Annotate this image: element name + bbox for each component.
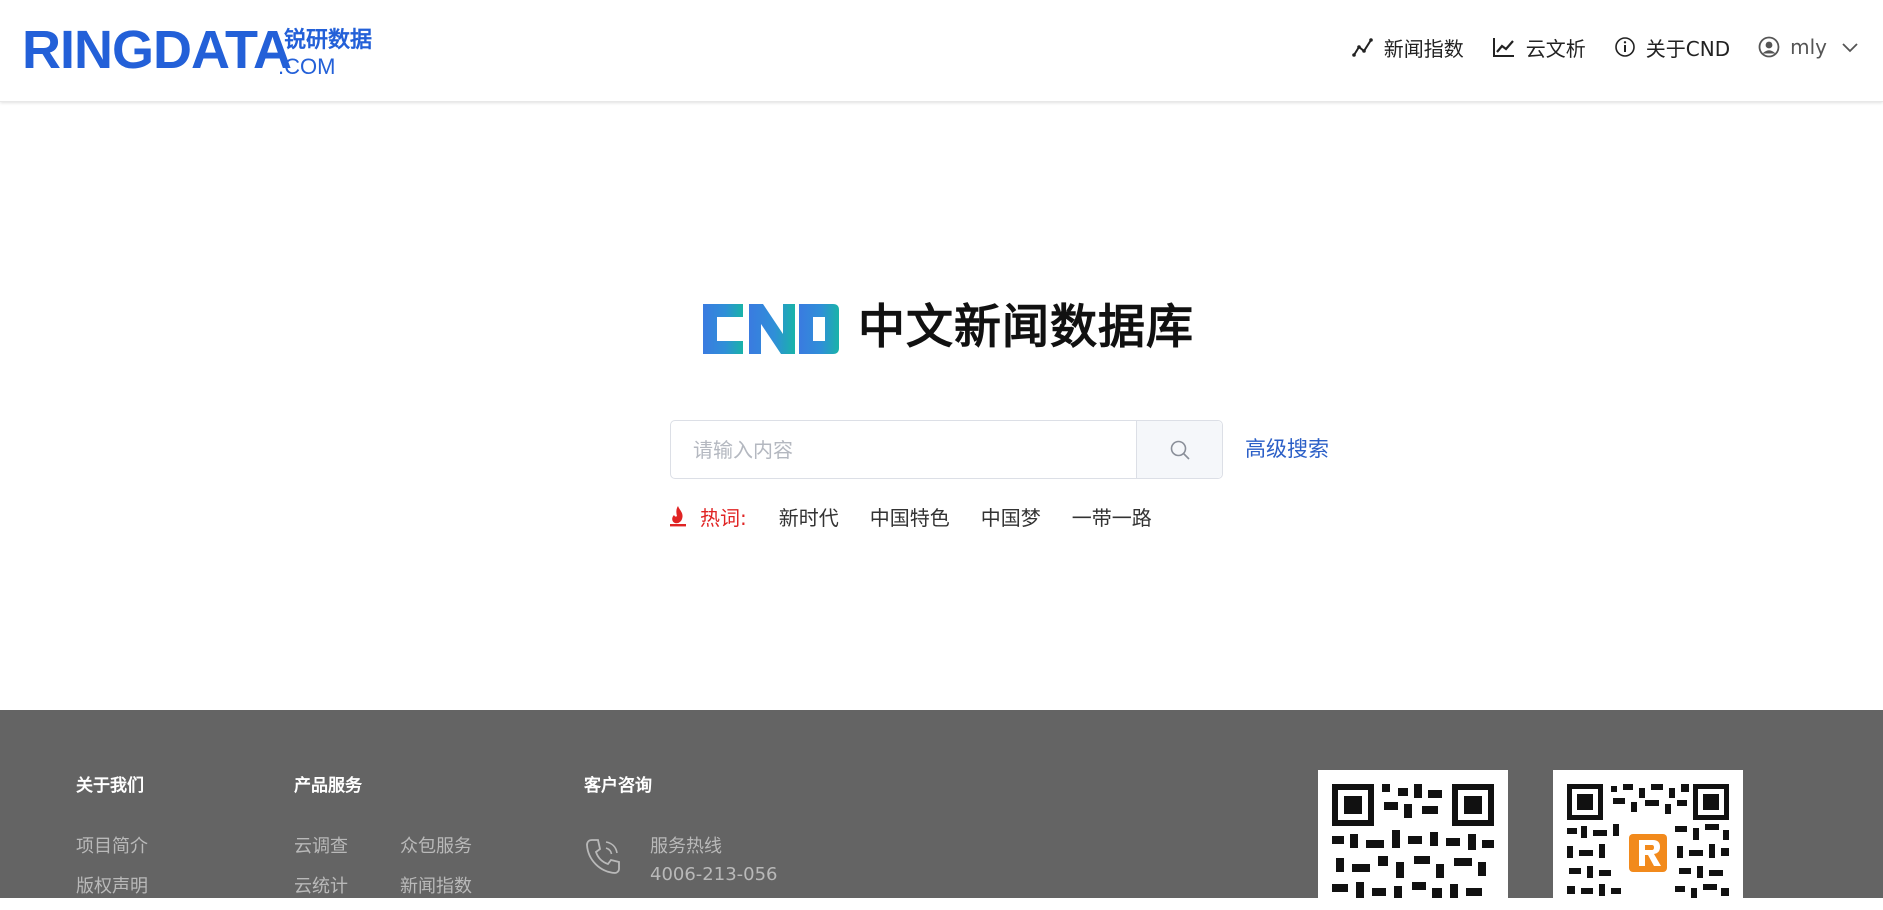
top-header: RINGDATA 锐研数据 .COM 新闻指数 云文析 关于CND mly [0, 0, 1883, 102]
hotline-label: 服务热线 [650, 836, 722, 857]
nav-about-cnd[interactable]: 关于CND [1614, 30, 1730, 64]
footer-link-copyright[interactable]: 版权声明 [76, 872, 148, 898]
footer-link-cloud-survey[interactable]: 云调查 [294, 832, 348, 858]
qr-code-left [1318, 770, 1508, 910]
hotline-number: 4006-213-056 [650, 864, 778, 885]
search-input[interactable] [671, 421, 1136, 478]
database-title: 中文新闻数据库 [858, 300, 1194, 355]
user-name: mly [1790, 35, 1827, 59]
brand-domain: .COM [278, 54, 336, 79]
nav-news-index-label: 新闻指数 [1383, 36, 1464, 61]
search-box [670, 420, 1223, 479]
footer-contact-title: 客户咨询 [584, 776, 652, 796]
hot-words: 热词: 新时代 中国特色 中国梦 一带一路 [668, 500, 1171, 532]
footer-about-title: 关于我们 [76, 776, 144, 796]
main-nav: 新闻指数 云文析 关于CND mly [1351, 30, 1883, 64]
qr-code-icon [1567, 784, 1729, 900]
cnd-logo-icon [703, 304, 839, 354]
hot-word[interactable]: 一带一路 [1072, 502, 1152, 531]
qr-code-right [1553, 770, 1743, 910]
footer-link-news-index[interactable]: 新闻指数 [400, 872, 472, 898]
line-chart-icon [1351, 38, 1373, 57]
nav-cloud-text-analysis-label: 云文析 [1525, 36, 1586, 61]
ringdata-logo[interactable]: RINGDATA 锐研数据 .COM [22, 18, 382, 82]
trend-chart-icon [1492, 38, 1514, 57]
info-icon [1614, 37, 1635, 57]
search-button[interactable] [1136, 421, 1222, 478]
hot-word[interactable]: 中国特色 [870, 502, 950, 531]
qr-code-icon [1332, 784, 1494, 898]
brand-name: RINGDATA [22, 20, 292, 80]
hot-word[interactable]: 新时代 [779, 502, 839, 531]
advanced-search-link[interactable]: 高级搜索 [1245, 434, 1329, 464]
hot-word[interactable]: 中国梦 [981, 502, 1041, 531]
phone-icon [586, 839, 620, 874]
hot-words-label: 热词: [700, 505, 747, 530]
chevron-down-icon [1842, 43, 1858, 53]
user-avatar-icon [1758, 36, 1780, 58]
footer-link-cloud-stats[interactable]: 云统计 [294, 872, 348, 898]
nav-cloud-text-analysis[interactable]: 云文析 [1492, 30, 1586, 64]
nav-news-index[interactable]: 新闻指数 [1351, 30, 1464, 64]
search-icon [1170, 440, 1190, 460]
footer-products-title: 产品服务 [294, 776, 362, 796]
nav-about-cnd-label: 关于CND [1645, 36, 1731, 61]
user-menu[interactable]: mly [1758, 30, 1859, 64]
footer-link-project-intro[interactable]: 项目简介 [76, 832, 148, 858]
fire-icon [670, 506, 686, 527]
brand-chinese-name: 锐研数据 [284, 28, 373, 53]
footer-link-crowdsourcing[interactable]: 众包服务 [400, 832, 472, 858]
